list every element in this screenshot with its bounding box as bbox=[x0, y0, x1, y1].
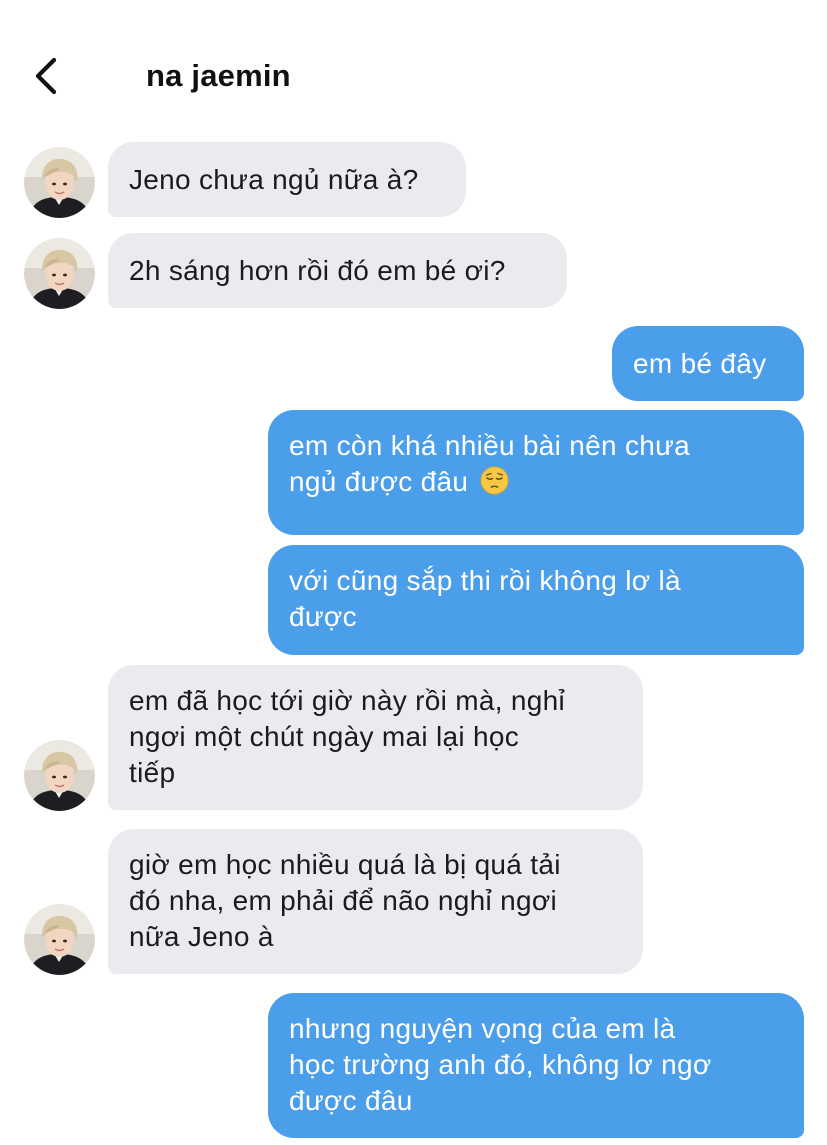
contact-name: na jaemin bbox=[146, 58, 291, 93]
chevron-left-icon bbox=[35, 57, 57, 95]
message-text: nữa Jeno à bbox=[129, 921, 274, 952]
message-text: nhưng nguyện vọng của em là bbox=[289, 1013, 676, 1044]
chat-screen: na jaemin Jeno chưa ngủ nữa à? 2h sáng h… bbox=[0, 0, 827, 1145]
message-text: em còn khá nhiều bài nên chưa bbox=[289, 430, 691, 461]
contact-avatar[interactable] bbox=[24, 238, 95, 309]
message-text: Jeno chưa ngủ nữa à? bbox=[129, 163, 419, 195]
message-text: tiếp bbox=[129, 757, 176, 788]
message-bubble-incoming[interactable]: Jeno chưa ngủ nữa à? bbox=[108, 142, 466, 217]
contact-avatar[interactable] bbox=[24, 904, 95, 975]
contact-avatar[interactable] bbox=[24, 147, 95, 218]
message-text: giờ em học nhiều quá là bị quá tải bbox=[129, 849, 561, 880]
chat-header: na jaemin bbox=[0, 0, 827, 150]
message-bubble-incoming[interactable]: giờ em học nhiều quá là bị quá tải đó nh… bbox=[108, 829, 643, 974]
message-bubble-incoming[interactable]: 2h sáng hơn rồi đó em bé ơi? bbox=[108, 233, 567, 308]
contact-avatar[interactable] bbox=[24, 740, 95, 811]
message-text: đó nha, em phải để não nghỉ ngơi bbox=[129, 885, 558, 916]
message-text: 2h sáng hơn rồi đó em bé ơi? bbox=[129, 254, 506, 286]
message-text: ngơi một chút ngày mai lại học bbox=[129, 721, 519, 752]
back-button[interactable] bbox=[28, 54, 68, 98]
message-bubble-outgoing[interactable]: em còn khá nhiều bài nên chưa ngủ được đ… bbox=[268, 410, 804, 535]
message-text: ngủ được đâu bbox=[289, 466, 469, 497]
message-text: học trường anh đó, không lơ ngơ bbox=[289, 1049, 712, 1080]
message-text: em đã học tới giờ này rồi mà, nghỉ bbox=[129, 685, 566, 716]
message-text: được đâu bbox=[289, 1085, 413, 1116]
message-text: được bbox=[289, 601, 357, 632]
pensive-face-icon bbox=[480, 466, 509, 495]
message-text: em bé đây bbox=[633, 347, 767, 379]
message-bubble-outgoing[interactable]: với cũng sắp thi rồi không lơ là được bbox=[268, 545, 804, 655]
message-text: với cũng sắp thi rồi không lơ là bbox=[289, 565, 681, 596]
message-bubble-incoming[interactable]: em đã học tới giờ này rồi mà, nghỉ ngơi … bbox=[108, 665, 643, 810]
message-bubble-outgoing[interactable]: nhưng nguyện vọng của em là học trường a… bbox=[268, 993, 804, 1138]
message-bubble-outgoing[interactable]: em bé đây bbox=[612, 326, 804, 401]
